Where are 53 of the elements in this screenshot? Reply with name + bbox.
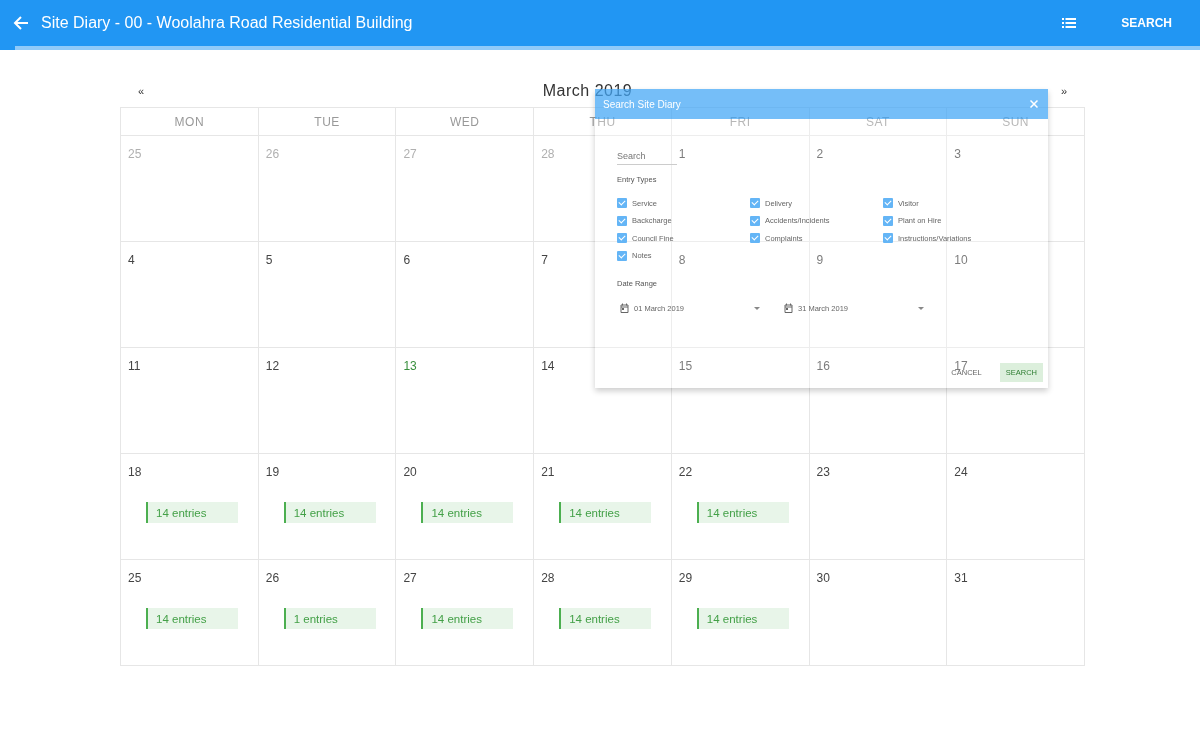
day-number: 8 xyxy=(678,253,686,267)
day-number: 26 xyxy=(265,571,280,585)
day-number: 10 xyxy=(954,253,968,267)
day-number: 25 xyxy=(128,571,142,585)
weekday-label: THU xyxy=(589,114,616,129)
day-number: 14 xyxy=(541,359,555,373)
calendar-icon xyxy=(620,303,629,313)
day-number: 24 xyxy=(954,465,968,479)
calendar-icon xyxy=(784,303,793,313)
day-number: 7 xyxy=(541,253,548,267)
day-number: 26 xyxy=(265,147,280,161)
caret-icon xyxy=(754,306,760,310)
back-button[interactable] xyxy=(13,15,29,31)
day-number: 2 xyxy=(816,147,824,161)
weekday-label: FRI xyxy=(729,114,751,129)
list-icon[interactable] xyxy=(1062,18,1077,28)
weekday-label: SAT xyxy=(865,114,890,129)
close-icon[interactable] xyxy=(1030,100,1038,108)
day-number: 11 xyxy=(128,359,141,373)
day-number: 3 xyxy=(954,147,961,161)
day-number: 6 xyxy=(403,253,411,267)
weekday-label: TUE xyxy=(314,114,340,129)
day-number: 31 xyxy=(954,571,968,585)
next-month-button[interactable]: » xyxy=(1042,85,1085,97)
day-number: 23 xyxy=(816,465,830,479)
day-number: 1 xyxy=(678,147,686,161)
search-field[interactable]: Search xyxy=(617,148,677,165)
day-number: 15 xyxy=(678,359,693,373)
day-number: 28 xyxy=(541,571,555,585)
day-number: 4 xyxy=(128,253,135,267)
dialog-title: Search Site Diary xyxy=(603,98,681,110)
caret-icon xyxy=(918,306,924,310)
day-number: 28 xyxy=(541,147,555,161)
day-number: 27 xyxy=(403,571,417,585)
day-number: 21 xyxy=(541,465,555,479)
page-title: Site Diary - 00 - Woolahra Road Residential Building xyxy=(41,14,414,32)
day-number: 29 xyxy=(678,571,693,585)
day-number: 9 xyxy=(816,253,824,267)
weekday-label: MON xyxy=(174,114,205,129)
day-number: 20 xyxy=(403,465,417,479)
day-number: 27 xyxy=(403,147,417,161)
previous-month-button[interactable]: « xyxy=(120,85,163,97)
day-number: 25 xyxy=(128,147,142,161)
day-number: 30 xyxy=(816,571,830,585)
day-number: 16 xyxy=(816,359,830,373)
day-number: 12 xyxy=(265,359,280,373)
day-number: 22 xyxy=(678,465,693,479)
weekday-label: SUN xyxy=(1002,114,1030,129)
weekday-label: WED xyxy=(450,114,480,129)
day-number: 5 xyxy=(265,253,273,267)
day-number: 18 xyxy=(128,465,142,479)
day-number: 13 xyxy=(403,359,417,373)
day-number: 19 xyxy=(265,465,280,479)
